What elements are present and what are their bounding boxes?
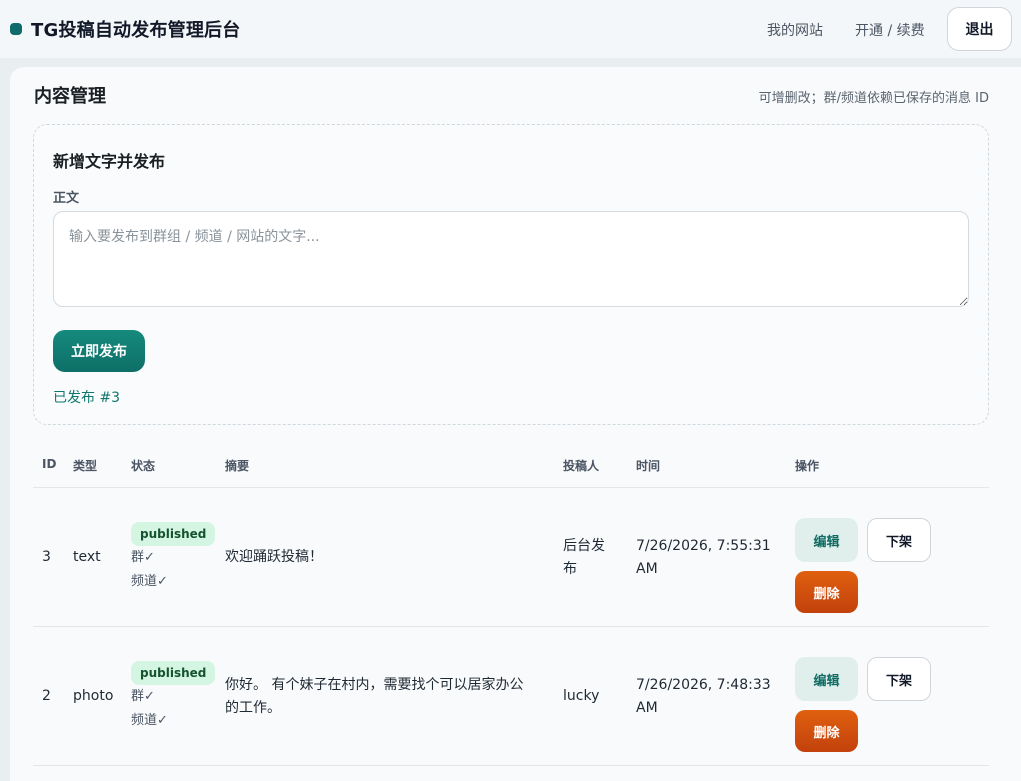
row-summary-cont: 的工作。 bbox=[225, 700, 281, 716]
offline-button[interactable]: 下架 bbox=[867, 657, 931, 701]
row-time: 7/26/2026, 7:55:31 bbox=[636, 538, 771, 554]
table-header: ID 类型 状态 摘要 投稿人 时间 操作 bbox=[33, 444, 989, 488]
brand-dot-icon bbox=[10, 23, 22, 35]
row-id: 2 bbox=[42, 688, 51, 704]
row-summary: 你好。 有个妹子在村内，需要找个可以居家办公 bbox=[225, 677, 524, 693]
body-input[interactable] bbox=[53, 211, 969, 307]
channel-sync: 频道✓ bbox=[131, 713, 168, 728]
row-author: 后台发 bbox=[563, 538, 605, 554]
group-sync: 群✓ bbox=[131, 550, 155, 565]
col-id: ID bbox=[42, 457, 57, 471]
edit-button[interactable]: 编辑 bbox=[795, 518, 858, 562]
delete-button[interactable]: 删除 bbox=[795, 571, 858, 613]
row-time: 7/26/2026, 7:48:33 bbox=[636, 677, 771, 693]
page-hint: 可增删改；群/频道依赖已保存的消息 ID bbox=[758, 91, 989, 106]
row-time-cont: AM bbox=[636, 700, 658, 716]
col-actions: 操作 bbox=[795, 459, 820, 473]
delete-button[interactable]: 删除 bbox=[795, 710, 858, 752]
page-title: 内容管理 bbox=[34, 86, 106, 107]
row-type: photo bbox=[73, 688, 114, 704]
status-badge: published bbox=[131, 661, 216, 685]
channel-sync: 频道✓ bbox=[131, 574, 168, 589]
app-title: TG投稿自动发布管理后台 bbox=[31, 20, 241, 41]
table-row: 2 photo published 群✓ 频道✓ 你好。 有个妹子在村内，需要找… bbox=[33, 627, 989, 766]
content-table: ID 类型 状态 摘要 投稿人 时间 操作 3 text published 群… bbox=[33, 444, 989, 766]
table-row: 3 text published 群✓ 频道✓ 欢迎踊跃投稿！ 后台发 布 7/… bbox=[33, 488, 989, 627]
col-summary: 摘要 bbox=[225, 459, 250, 473]
body-label: 正文 bbox=[53, 191, 80, 206]
content-panel: 内容管理 可增删改；群/频道依赖已保存的消息 ID 新增文字并发布 正文 立即发… bbox=[10, 67, 1021, 781]
nav-subscribe[interactable]: 开通 / 续费 bbox=[855, 20, 925, 40]
row-author: lucky bbox=[563, 688, 600, 704]
composer-title: 新增文字并发布 bbox=[53, 152, 166, 171]
edit-button[interactable]: 编辑 bbox=[795, 657, 858, 701]
publish-button[interactable]: 立即发布 bbox=[53, 330, 145, 372]
row-summary: 欢迎踊跃投稿！ bbox=[225, 549, 323, 565]
nav-my-sites[interactable]: 我的网站 bbox=[767, 20, 823, 40]
col-status: 状态 bbox=[131, 459, 156, 473]
row-type: text bbox=[73, 549, 101, 565]
col-time: 时间 bbox=[636, 459, 661, 473]
composer-card: 新增文字并发布 正文 立即发布 已发布 #3 bbox=[33, 124, 989, 425]
status-badge: published bbox=[131, 522, 216, 546]
publish-status: 已发布 #3 bbox=[53, 390, 121, 406]
top-bar: TG投稿自动发布管理后台 我的网站 开通 / 续费 退出 bbox=[0, 0, 1021, 58]
logout-button[interactable]: 退出 bbox=[947, 7, 1012, 51]
row-author-cont: 布 bbox=[563, 561, 577, 577]
row-time-cont: AM bbox=[636, 561, 658, 577]
offline-button[interactable]: 下架 bbox=[867, 518, 931, 562]
col-type: 类型 bbox=[73, 459, 98, 473]
col-author: 投稿人 bbox=[563, 459, 600, 473]
row-id: 3 bbox=[42, 549, 51, 565]
group-sync: 群✓ bbox=[131, 689, 155, 704]
